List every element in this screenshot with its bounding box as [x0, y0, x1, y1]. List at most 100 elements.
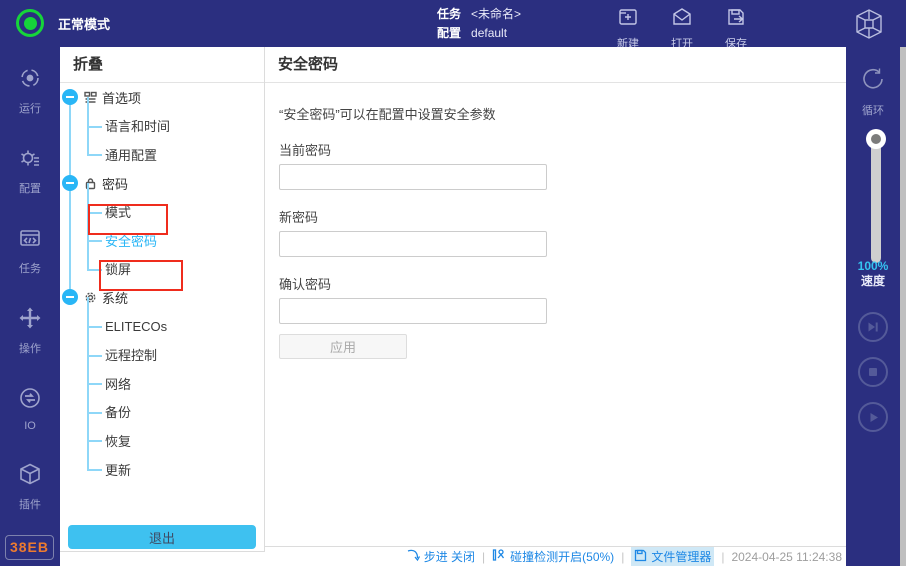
play-button[interactable]: [858, 402, 888, 432]
tree-node-label: 首选项: [102, 88, 141, 107]
tree-item-label: 网络: [105, 374, 131, 393]
tree-node-system[interactable]: 系统: [60, 283, 264, 312]
sidebar-item-run[interactable]: 运行: [17, 65, 43, 116]
config-value: default: [471, 24, 507, 43]
new-button[interactable]: 新建: [616, 5, 640, 51]
lock-icon: [84, 177, 97, 190]
tree-item-network[interactable]: 网络: [60, 369, 264, 398]
sidebar-item-io[interactable]: IO: [17, 385, 43, 432]
open-file-icon: [670, 5, 694, 34]
config-label: 配置: [437, 24, 461, 43]
step-forward-button[interactable]: [858, 312, 888, 342]
tree-item-security-password[interactable]: 安全密码: [60, 226, 264, 255]
apply-button[interactable]: 应用: [279, 334, 407, 359]
speed-slider-track[interactable]: [871, 135, 881, 263]
tree-connector-line: [87, 297, 89, 469]
system-timestamp: 2024-04-25 11:24:38: [731, 550, 842, 564]
gear-list-icon: [17, 145, 43, 176]
right-sidebar: 循环 100% 速度: [846, 47, 900, 566]
tree-item-backup[interactable]: 备份: [60, 398, 264, 427]
collapse-node-icon[interactable]: [62, 175, 78, 191]
tree-item-label: 模式: [105, 202, 131, 221]
stop-button[interactable]: [858, 357, 888, 387]
play-icon: [867, 411, 880, 424]
tree-item-remote-control[interactable]: 远程控制: [60, 340, 264, 369]
open-button[interactable]: 打开: [670, 5, 694, 51]
mode-label: 正常模式: [58, 14, 110, 33]
settings-tree: 首选项 语言和时间 通用配置 密码 模式 安全密码 锁屏: [60, 83, 264, 483]
separator: |: [482, 550, 485, 564]
tree-item-label: 备份: [105, 402, 131, 421]
stop-icon: [867, 366, 879, 378]
sidebar-item-plugin[interactable]: 插件: [17, 461, 43, 512]
tree-item-restore[interactable]: 恢复: [60, 426, 264, 455]
speed-value: 100%: [846, 259, 900, 274]
tree-item-label: 恢复: [105, 431, 131, 450]
new-password-label: 新密码: [279, 207, 846, 226]
loop-toggle[interactable]: 循环: [846, 65, 900, 118]
speed-slider-handle[interactable]: [866, 129, 886, 149]
file-manager-button[interactable]: 文件管理器: [631, 547, 714, 566]
confirm-password-label: 确认密码: [279, 274, 846, 293]
tree-item-elitecos[interactable]: ELITECOs: [60, 312, 264, 341]
collision-icon: [492, 548, 506, 565]
io-circle-icon: [17, 385, 43, 416]
left-sidebar: 运行 配置 任务 操作 IO 插件 38EB: [0, 47, 60, 566]
tree-item-update[interactable]: 更新: [60, 455, 264, 484]
settings-tree-panel: 折叠 首选项 语言和时间 通用配置 密码 模式: [60, 47, 265, 552]
sidebar-item-jog[interactable]: 操作: [17, 305, 43, 356]
tree-item-general-config[interactable]: 通用配置: [60, 140, 264, 169]
collision-label: 碰撞检测开启(50%): [510, 548, 614, 565]
sidebar-item-label: 配置: [19, 180, 41, 196]
tree-panel-header[interactable]: 折叠: [60, 47, 264, 83]
tree-connector-line: [87, 183, 89, 269]
step-mode-label: 步进 关闭: [424, 548, 475, 565]
exit-button[interactable]: 退出: [68, 525, 256, 549]
task-config-info: 任务<未命名> 配置default: [437, 5, 521, 43]
step-mode-icon: [406, 548, 420, 565]
task-value: <未命名>: [471, 5, 521, 24]
current-password-input[interactable]: [279, 164, 547, 190]
current-password-label: 当前密码: [279, 140, 846, 159]
tree-item-lock-screen[interactable]: 锁屏: [60, 255, 264, 284]
sidebar-item-label: IO: [24, 420, 36, 432]
security-password-description: “安全密码”可以在配置中设置安全参数: [279, 104, 846, 123]
separator: |: [721, 550, 724, 564]
status-bar: 步进 关闭 | 碰撞检测开启(50%) | 文件管理器 | 2024-04-25…: [265, 546, 846, 566]
page-title: 安全密码: [265, 47, 846, 83]
sidebar-item-config[interactable]: 配置: [17, 145, 43, 196]
tree-item-language-time[interactable]: 语言和时间: [60, 112, 264, 141]
top-bar: 正常模式 任务<未命名> 配置default 新建 打开 保存: [0, 0, 906, 47]
tree-node-preferences[interactable]: 首选项: [60, 83, 264, 112]
tree-node-password[interactable]: 密码: [60, 169, 264, 198]
collapse-node-icon[interactable]: [62, 289, 78, 305]
sidebar-item-label: 操作: [19, 340, 41, 356]
tree-item-label: 远程控制: [105, 345, 157, 364]
new-password-input[interactable]: [279, 231, 547, 257]
step-mode-status[interactable]: 步进 关闭: [406, 548, 475, 565]
mode-status-icon: [16, 9, 44, 37]
tree-item-label: ELITECOs: [105, 319, 167, 334]
sidebar-item-label: 运行: [19, 100, 41, 116]
robot-mode-indicator[interactable]: 正常模式: [16, 9, 110, 37]
confirm-password-input[interactable]: [279, 298, 547, 324]
loop-label: 循环: [862, 102, 884, 118]
tree-item-mode[interactable]: 模式: [60, 197, 264, 226]
tree-connector-line: [87, 97, 89, 155]
save-icon: [724, 5, 748, 34]
security-password-panel: 安全密码 “安全密码”可以在配置中设置安全参数 当前密码 新密码 确认密码 应用: [265, 47, 846, 546]
right-edge-strip: [900, 47, 906, 566]
step-forward-icon: [866, 320, 880, 334]
separator: |: [621, 550, 624, 564]
brand-logo-icon: [852, 7, 886, 46]
collapse-node-icon[interactable]: [62, 89, 78, 105]
save-button[interactable]: 保存: [724, 5, 748, 51]
tree-item-label: 通用配置: [105, 145, 157, 164]
file-manager-label: 文件管理器: [651, 548, 711, 565]
sidebar-item-task[interactable]: 任务: [17, 225, 43, 276]
checksum-badge: 38EB: [5, 535, 54, 560]
collision-detection-status[interactable]: 碰撞检测开启(50%): [492, 548, 614, 565]
move-arrows-icon: [17, 305, 43, 336]
speed-readout: 100% 速度: [846, 259, 900, 289]
gear-icon: [84, 291, 97, 304]
